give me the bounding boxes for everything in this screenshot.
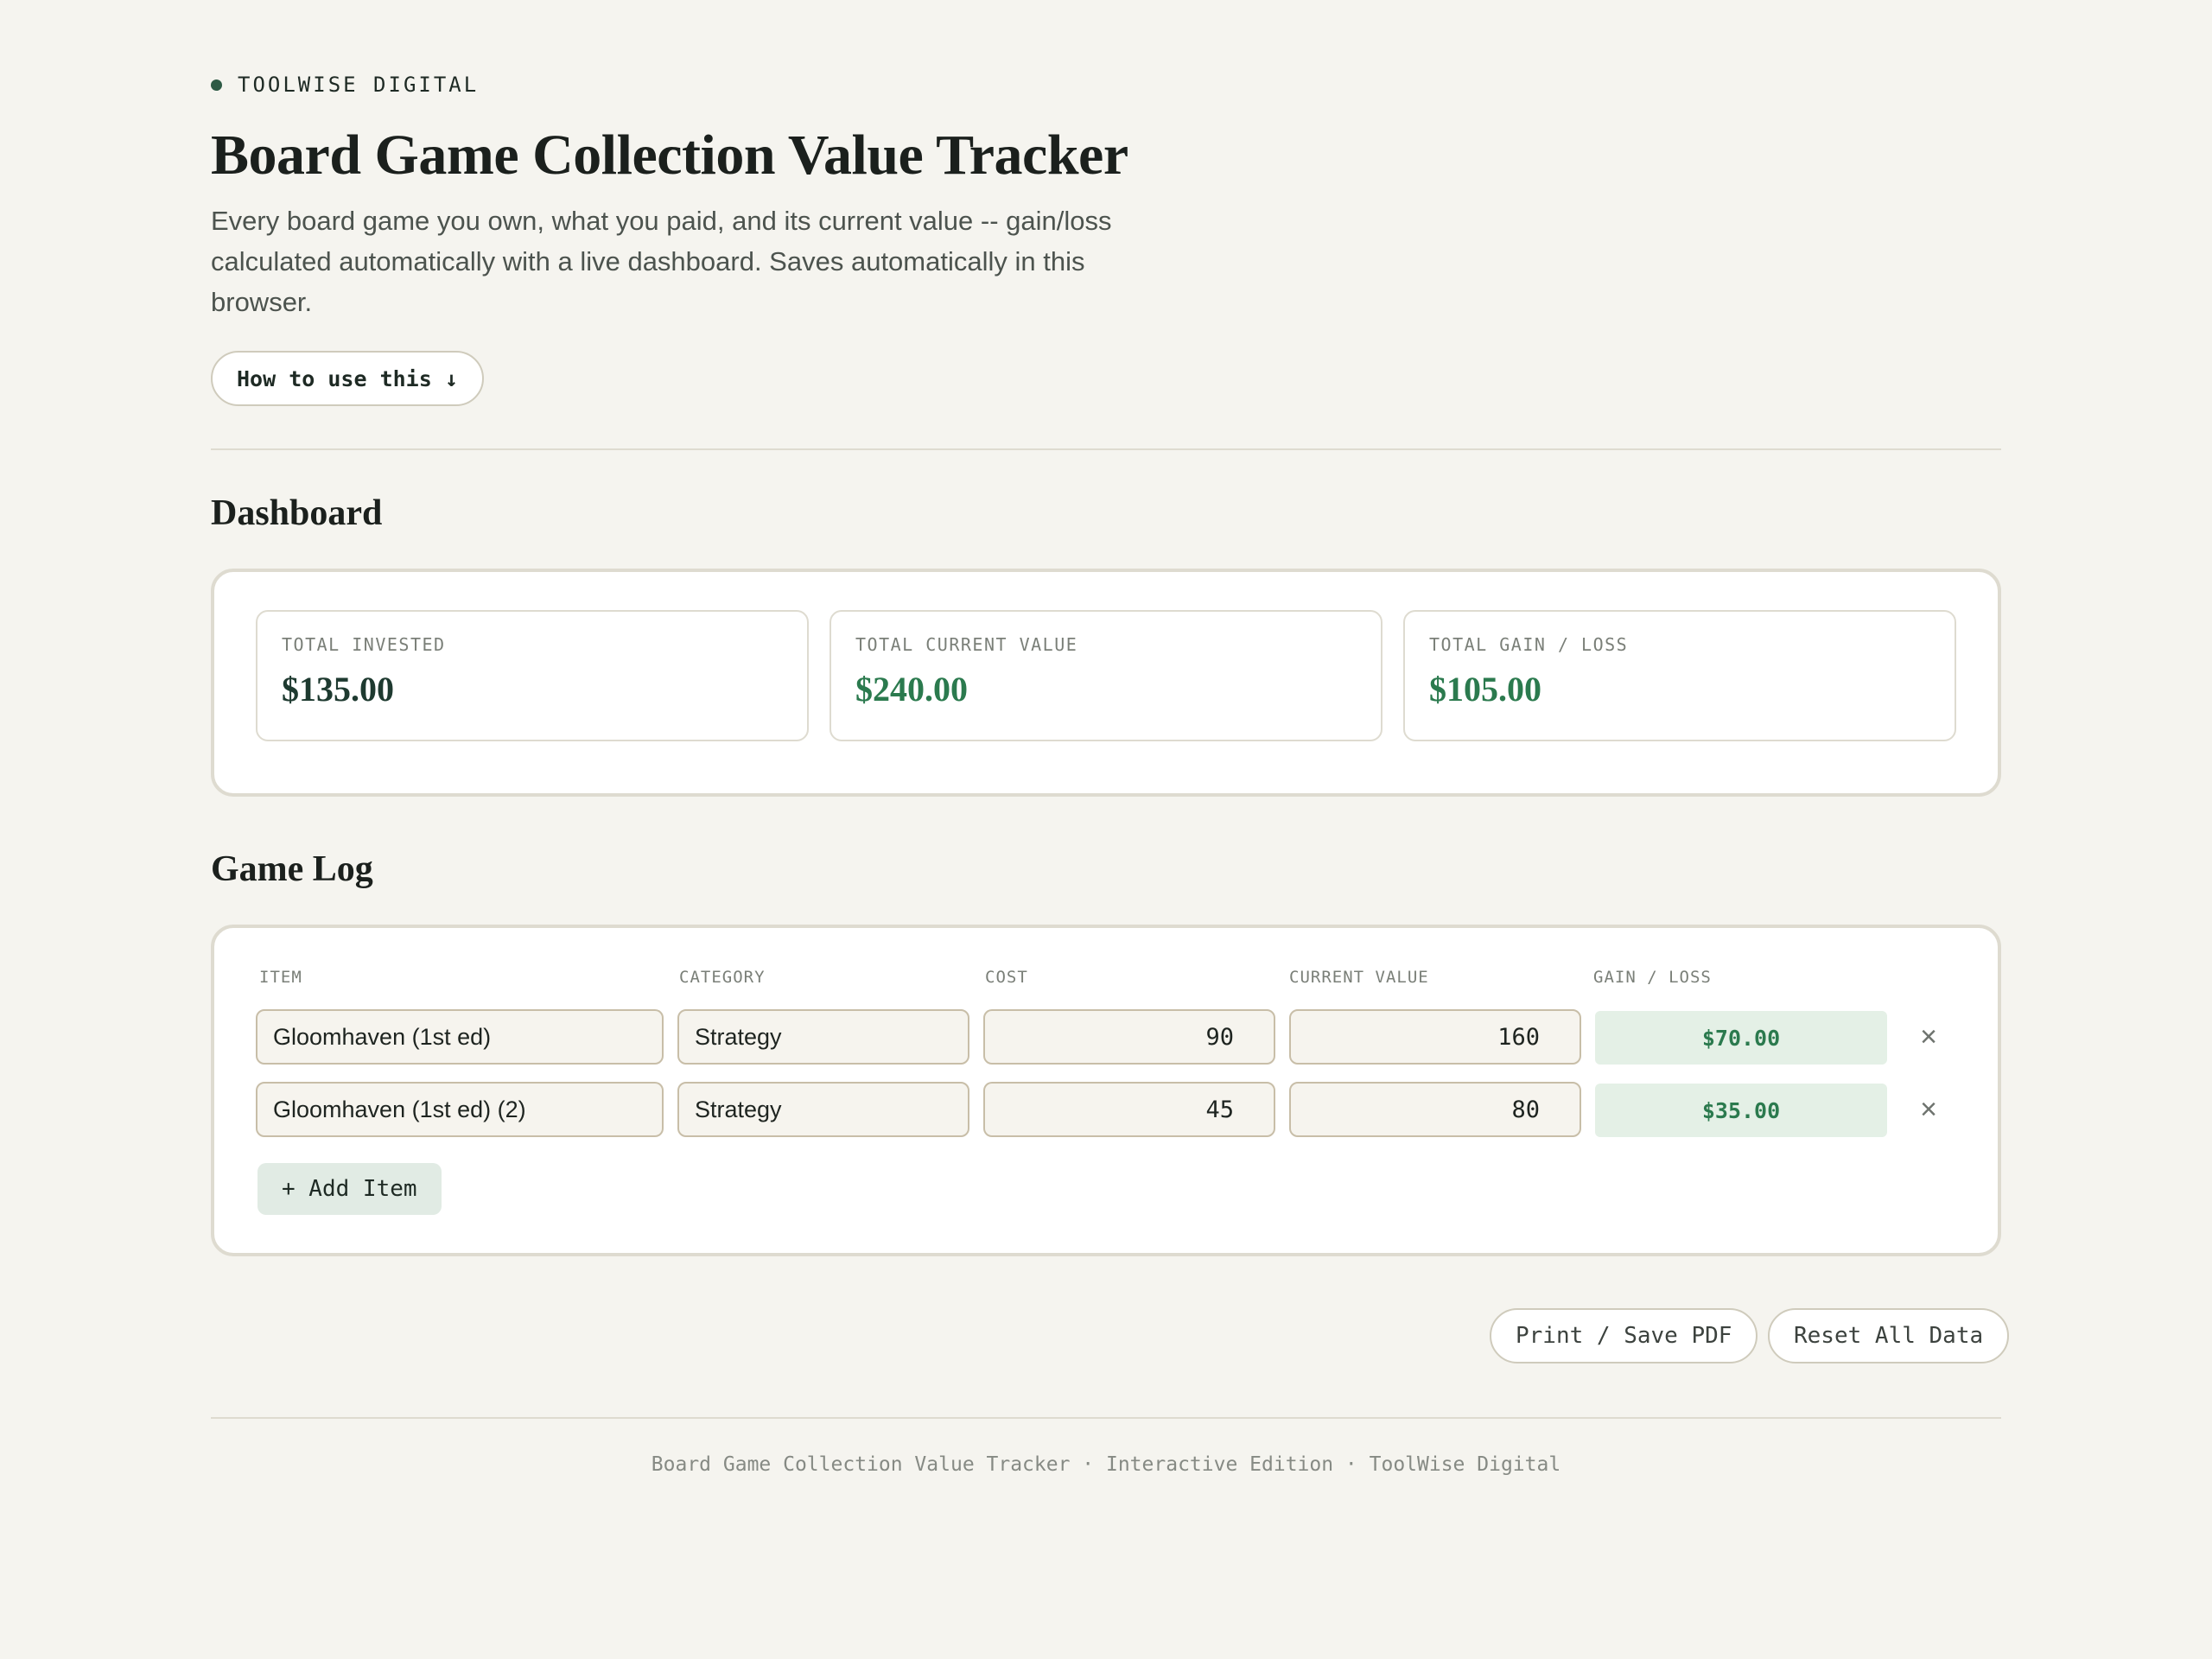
column-header-item: ITEM <box>259 968 302 987</box>
delete-row-icon[interactable]: × <box>1911 1092 1946 1127</box>
total-gain-loss-value: $105.00 <box>1429 670 1541 709</box>
page-description: Every board game you own, what you paid,… <box>211 206 1112 317</box>
footer-text: Board Game Collection Value Tracker · In… <box>651 1453 1561 1476</box>
category-input[interactable]: Strategy <box>677 1082 969 1137</box>
column-header-cost: COST <box>985 968 1028 987</box>
total-invested-card: TOTAL INVESTED $135.00 <box>256 610 809 741</box>
delete-row-icon[interactable]: × <box>1911 1020 1946 1054</box>
gain-loss-value: $70.00 <box>1595 1011 1887 1065</box>
add-item-button[interactable]: + Add Item <box>257 1163 442 1215</box>
cost-input[interactable]: 45 <box>983 1082 1275 1137</box>
item-name-input[interactable]: Gloomhaven (1st ed) (2) <box>256 1082 664 1137</box>
column-header-gain-loss: GAIN / LOSS <box>1593 968 1712 987</box>
column-header-category: CATEGORY <box>679 968 766 987</box>
brand: TOOLWISE DIGITAL <box>211 73 479 97</box>
game-log-panel: ITEM CATEGORY COST CURRENT VALUE GAIN / … <box>211 925 2001 1256</box>
footer-divider <box>211 1417 2001 1419</box>
how-to-use-button[interactable]: How to use this ↓ <box>211 351 484 406</box>
dashboard-heading: Dashboard <box>211 493 383 533</box>
card-label: TOTAL INVESTED <box>282 634 446 655</box>
category-input[interactable]: Strategy <box>677 1009 969 1065</box>
current-value-input[interactable]: 80 <box>1289 1082 1581 1137</box>
total-current-value-card: TOTAL CURRENT VALUE $240.00 <box>830 610 1382 741</box>
item-name-input[interactable]: Gloomhaven (1st ed) <box>256 1009 664 1065</box>
card-label: TOTAL CURRENT VALUE <box>855 634 1078 655</box>
current-value-input[interactable]: 160 <box>1289 1009 1581 1065</box>
brand-name: TOOLWISE DIGITAL <box>238 73 480 97</box>
cost-input[interactable]: 90 <box>983 1009 1275 1065</box>
divider <box>211 448 2001 450</box>
brand-dot-icon <box>211 79 222 91</box>
total-gain-loss-card: TOTAL GAIN / LOSS $105.00 <box>1403 610 1956 741</box>
print-save-pdf-button[interactable]: Print / Save PDF <box>1490 1308 1758 1363</box>
total-current-value: $240.00 <box>855 670 968 709</box>
total-invested-value: $135.00 <box>282 670 394 709</box>
card-label: TOTAL GAIN / LOSS <box>1429 634 1629 655</box>
game-log-heading: Game Log <box>211 849 373 889</box>
gain-loss-value: $35.00 <box>1595 1084 1887 1137</box>
page-title: Board Game Collection Value Tracker <box>211 124 1128 187</box>
dashboard-panel: TOTAL INVESTED $135.00 TOTAL CURRENT VAL… <box>211 569 2001 797</box>
reset-all-data-button[interactable]: Reset All Data <box>1768 1308 2010 1363</box>
column-header-current-value: CURRENT VALUE <box>1289 968 1429 987</box>
